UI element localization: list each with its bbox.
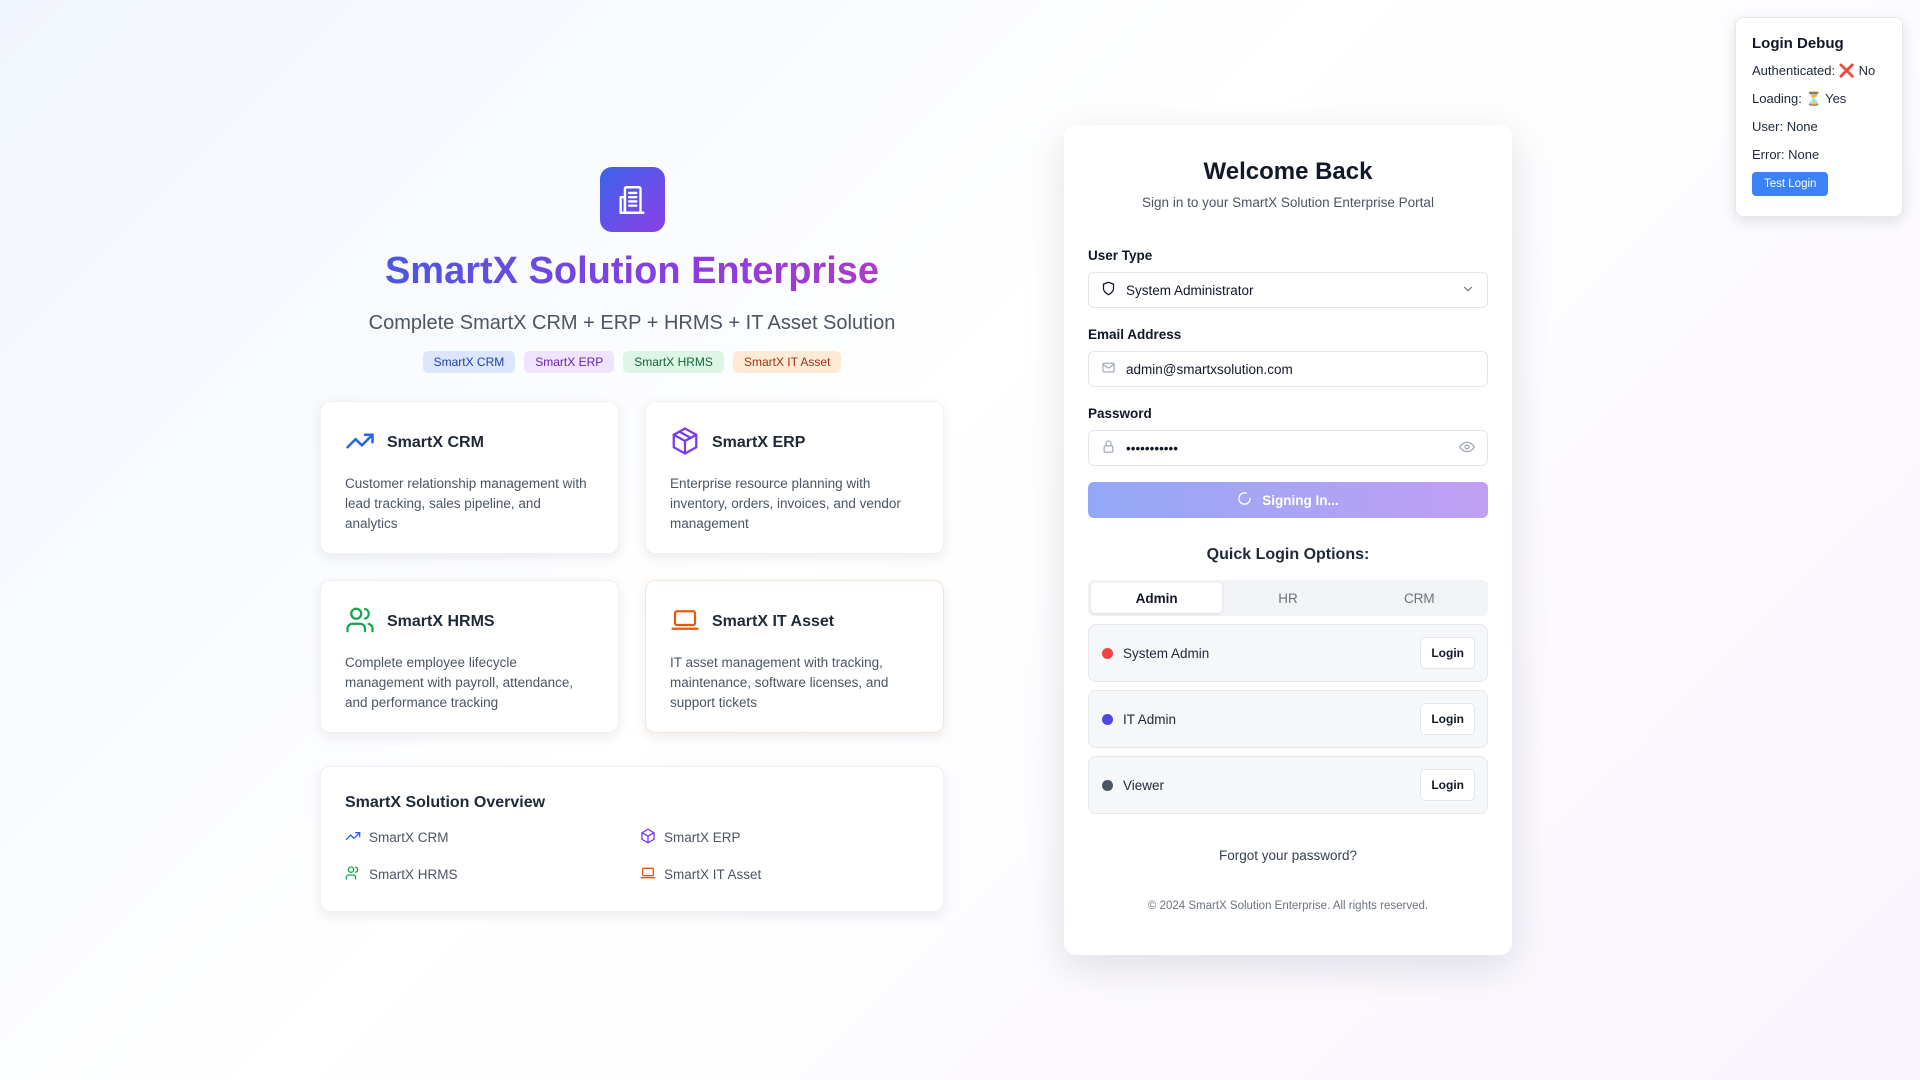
- page-subtitle: Complete SmartX CRM + ERP + HRMS + IT As…: [368, 312, 896, 334]
- lock-icon: [1101, 439, 1116, 457]
- debug-label: Error:: [1752, 147, 1785, 162]
- user-type-select[interactable]: System Administrator: [1088, 272, 1488, 308]
- forgot-password-link[interactable]: Forgot your password?: [1088, 848, 1488, 863]
- debug-value: None: [1788, 147, 1820, 162]
- password-label: Password: [1088, 406, 1152, 421]
- signin-button[interactable]: Signing In...: [1088, 482, 1488, 518]
- users-icon: [345, 605, 375, 640]
- quick-login-name: Viewer: [1123, 777, 1165, 793]
- chevron-down-icon: [1461, 282, 1475, 299]
- users-icon: [345, 865, 361, 884]
- quick-login-row-it-admin: IT Admin Login: [1088, 690, 1488, 748]
- login-panel: Welcome Back Sign in to your SmartX Solu…: [1064, 125, 1512, 955]
- overview-item-label: SmartX ERP: [664, 830, 741, 845]
- quick-login-tabs: Admin HR CRM: [1088, 580, 1488, 616]
- quick-login-list: System Admin Login IT Admin Login Viewer…: [1088, 624, 1488, 814]
- module-description: Complete employee lifecycle management w…: [345, 655, 574, 710]
- module-description: Customer relationship management with le…: [345, 476, 587, 531]
- module-title: SmartX IT Asset: [712, 613, 835, 630]
- quick-login-button[interactable]: Login: [1420, 769, 1475, 801]
- user-type-value: System Administrator: [1126, 282, 1254, 298]
- debug-label: Loading:: [1752, 91, 1802, 106]
- quick-login-row-system-admin: System Admin Login: [1088, 624, 1488, 682]
- status-dot: [1102, 647, 1113, 659]
- mail-icon: [1101, 360, 1116, 378]
- overview-title: SmartX Solution Overview: [345, 794, 546, 811]
- overview-item-erp: SmartX ERP: [640, 828, 935, 847]
- trending-up-icon: [345, 828, 361, 847]
- quick-login-button[interactable]: Login: [1420, 637, 1475, 669]
- package-icon: [670, 426, 700, 461]
- login-title: Welcome Back: [1203, 158, 1373, 185]
- debug-authenticated: Authenticated: ❌ No: [1752, 62, 1886, 80]
- status-dot: [1102, 779, 1113, 791]
- email-field[interactable]: [1126, 361, 1475, 377]
- solution-overview: SmartX Solution Overview SmartX CRM Smar…: [320, 766, 944, 912]
- debug-value: No: [1858, 63, 1876, 78]
- spinner-icon: [1237, 491, 1252, 509]
- tag-it-asset: SmartX IT Asset: [732, 351, 842, 373]
- overview-item-crm: SmartX CRM: [345, 828, 640, 847]
- module-description: Enterprise resource planning with invent…: [670, 476, 901, 531]
- tab-hr[interactable]: HR: [1222, 583, 1353, 613]
- debug-label: User:: [1752, 119, 1784, 134]
- module-title: SmartX CRM: [387, 434, 484, 451]
- login-subtitle: Sign in to your SmartX Solution Enterpri…: [1142, 195, 1434, 210]
- password-field[interactable]: •••••••••••: [1126, 441, 1449, 456]
- debug-value: None: [1786, 119, 1818, 134]
- hero-section: SmartX Solution Enterprise Complete Smar…: [320, 167, 944, 373]
- tab-crm[interactable]: CRM: [1354, 583, 1485, 613]
- cross-icon: ❌: [1838, 63, 1855, 78]
- quick-login-title: Quick Login Options:: [1206, 546, 1370, 563]
- quick-login-button[interactable]: Login: [1420, 703, 1475, 735]
- debug-label: Authenticated:: [1752, 63, 1836, 78]
- overview-item-label: SmartX HRMS: [369, 867, 458, 882]
- building-icon: [599, 167, 665, 232]
- module-card-it-asset: SmartX IT Asset IT asset management with…: [645, 580, 944, 733]
- debug-title: Login Debug: [1752, 35, 1844, 52]
- eye-icon[interactable]: [1459, 439, 1475, 458]
- laptop-icon: [670, 605, 700, 640]
- module-tags: SmartX CRM SmartX ERP SmartX HRMS SmartX…: [320, 351, 944, 373]
- module-cards: SmartX CRM Customer relationship managem…: [320, 401, 944, 733]
- overview-item-label: SmartX CRM: [369, 830, 449, 845]
- status-dot: [1102, 713, 1113, 725]
- module-card-hrms: SmartX HRMS Complete employee lifecycle …: [320, 580, 619, 733]
- signin-label: Signing In...: [1262, 492, 1339, 508]
- debug-loading: Loading: ⏳ Yes: [1752, 90, 1886, 108]
- module-description: IT asset management with tracking, maint…: [670, 655, 889, 710]
- tag-erp: SmartX ERP: [524, 351, 615, 373]
- debug-value: Yes: [1825, 91, 1847, 106]
- test-login-button[interactable]: Test Login: [1752, 172, 1829, 196]
- login-debug-panel: Login Debug Authenticated: ❌ No Loading:…: [1735, 17, 1903, 217]
- tab-admin[interactable]: Admin: [1091, 583, 1223, 613]
- quick-login-name: System Admin: [1123, 645, 1210, 661]
- module-card-erp: SmartX ERP Enterprise resource planning …: [645, 401, 944, 554]
- trending-up-icon: [345, 426, 375, 461]
- overview-item-label: SmartX IT Asset: [664, 867, 762, 882]
- user-type-label: User Type: [1088, 248, 1153, 263]
- package-icon: [640, 828, 656, 847]
- overview-item-it-asset: SmartX IT Asset: [640, 865, 935, 884]
- module-card-crm: SmartX CRM Customer relationship managem…: [320, 401, 619, 554]
- hourglass-icon: ⏳: [1805, 91, 1822, 106]
- page-title: SmartX Solution Enterprise: [320, 248, 944, 294]
- debug-error: Error: None: [1752, 146, 1886, 164]
- shield-icon: [1101, 281, 1116, 299]
- laptop-icon: [640, 865, 656, 884]
- tag-hrms: SmartX HRMS: [623, 351, 724, 373]
- copyright-text: © 2024 SmartX Solution Enterprise. All r…: [1147, 900, 1429, 912]
- email-field-wrapper: [1088, 351, 1488, 387]
- tag-crm: SmartX CRM: [422, 351, 516, 373]
- quick-login-row-viewer: Viewer Login: [1088, 756, 1488, 814]
- password-field-wrapper: •••••••••••: [1088, 430, 1488, 466]
- email-label: Email Address: [1088, 327, 1182, 342]
- debug-user: User: None: [1752, 118, 1886, 136]
- overview-item-hrms: SmartX HRMS: [345, 865, 640, 884]
- module-title: SmartX HRMS: [387, 613, 495, 630]
- module-title: SmartX ERP: [712, 434, 806, 451]
- quick-login-name: IT Admin: [1123, 711, 1177, 727]
